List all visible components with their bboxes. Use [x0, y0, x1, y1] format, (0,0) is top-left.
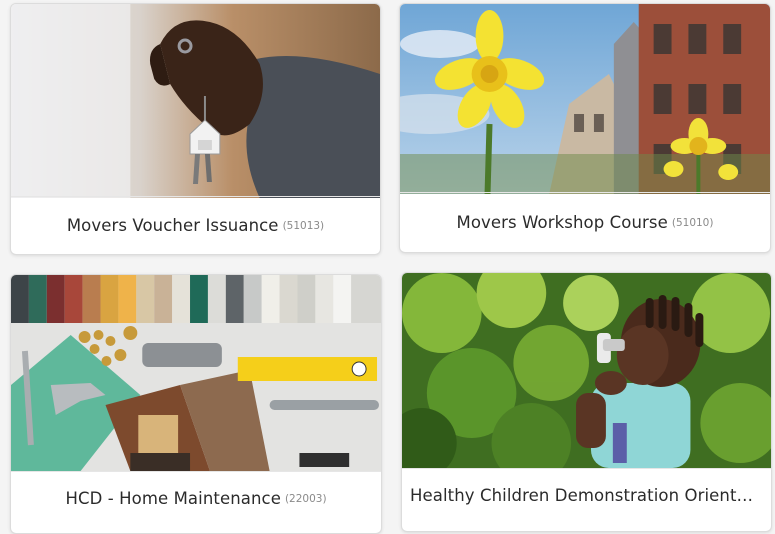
course-title[interactable]: Healthy Children Demonstration Orienta..… — [410, 486, 759, 505]
course-title[interactable]: HCD - Home Maintenance — [65, 489, 281, 508]
course-caption: Movers Workshop Course (51010) — [400, 192, 770, 252]
course-caption: Movers Voucher Issuance (51013) — [11, 196, 380, 254]
course-code: (22003) — [284, 492, 327, 505]
course-card-hcd-home-maintenance[interactable]: HCD - Home Maintenance (22003) — [10, 274, 382, 534]
course-title[interactable]: Movers Workshop Course — [457, 213, 668, 232]
course-image-daffodils[interactable] — [400, 4, 770, 194]
course-image-house-keychain[interactable] — [11, 4, 380, 198]
course-title[interactable]: Movers Voucher Issuance — [67, 216, 279, 235]
course-card-movers-voucher-issuance[interactable]: Movers Voucher Issuance (51013) — [10, 3, 381, 255]
course-image-home-repair-supplies[interactable] — [11, 275, 381, 471]
course-image-child-with-inhaler[interactable] — [402, 273, 771, 468]
course-caption: Healthy Children Demonstration Orienta..… — [402, 468, 771, 522]
course-card-movers-workshop-course[interactable]: Movers Workshop Course (51010) — [399, 3, 771, 253]
course-caption: HCD - Home Maintenance (22003) — [11, 471, 381, 525]
course-card-healthy-children-demonstration[interactable]: Healthy Children Demonstration Orienta..… — [401, 272, 772, 532]
course-code: (51010) — [671, 216, 714, 229]
course-code: (51013) — [282, 219, 325, 232]
